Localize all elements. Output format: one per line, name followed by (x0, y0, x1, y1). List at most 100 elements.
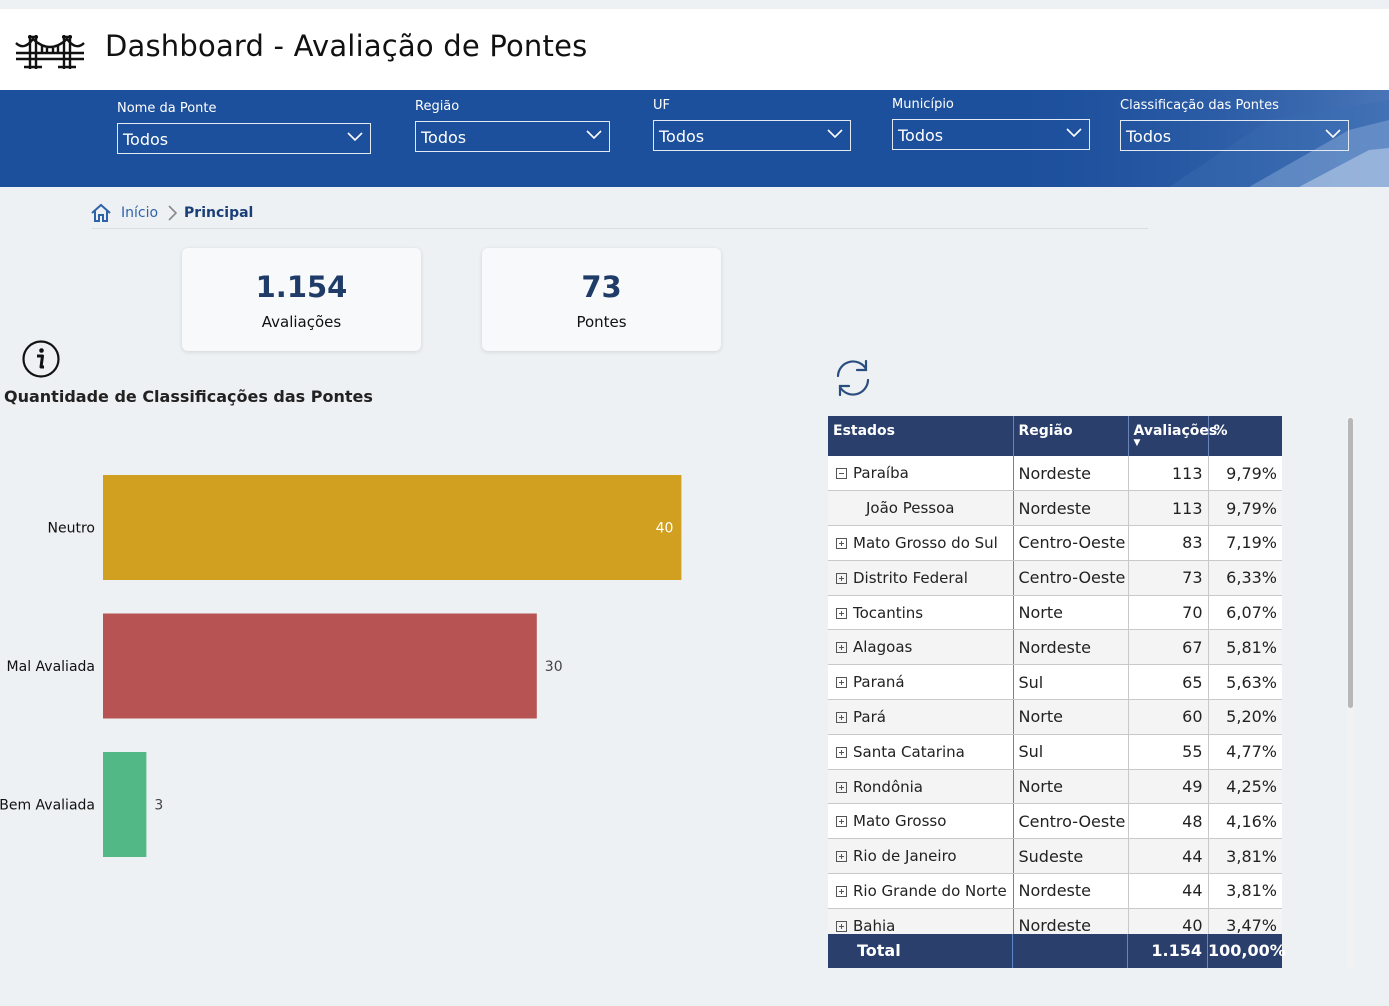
expand-plus-icon[interactable] (836, 537, 847, 549)
cell-avaliacoes: 83 (1128, 525, 1209, 561)
cell-avaliacoes: 113 (1128, 456, 1209, 492)
bar-bem-avaliada[interactable] (103, 752, 147, 857)
column-header-percent[interactable]: % (1208, 416, 1282, 456)
cell-regiao: Norte (1013, 595, 1129, 631)
dropdown-value: Todos (421, 128, 467, 147)
expand-plus-icon[interactable] (836, 642, 847, 654)
filter-label: Região (415, 99, 460, 114)
cell-avaliacoes: 113 (1128, 490, 1209, 527)
expand-plus-icon[interactable] (836, 746, 847, 758)
total-avaliacoes: 1.154 (1128, 934, 1208, 968)
table-row[interactable]: Pará Norte 60 5,20% (828, 699, 1282, 735)
cell-regiao: Sul (1013, 664, 1129, 701)
header: Dashboard - Avaliação de Pontes (0, 9, 1389, 90)
estado-name: João Pessoa (866, 499, 955, 518)
table-row[interactable]: Rio de Janeiro Sudeste 44 3,81% (828, 838, 1282, 875)
dropdown-value: Todos (123, 130, 169, 149)
table-row[interactable]: Tocantins Norte 70 6,07% (828, 595, 1282, 631)
expand-plus-icon[interactable] (836, 607, 847, 619)
home-icon[interactable] (90, 202, 112, 224)
table-row[interactable]: Alagoas Nordeste 67 5,81% (828, 629, 1282, 666)
collapse-minus-icon[interactable] (836, 468, 847, 480)
table-row[interactable]: Paraná Sul 65 5,63% (828, 664, 1282, 701)
table-row[interactable]: Distrito Federal Centro-Oeste 73 6,33% (828, 560, 1282, 596)
cell-percent: 9,79% (1208, 456, 1282, 492)
table-row[interactable]: João Pessoa Nordeste 113 9,79% (828, 490, 1282, 527)
expand-plus-icon[interactable] (836, 781, 847, 793)
cell-estado: Alagoas (828, 629, 1014, 666)
chevron-right-icon (168, 205, 178, 221)
cell-regiao: Sul (1013, 734, 1129, 770)
column-header-estados[interactable]: Estados (828, 416, 1014, 456)
cell-percent: 7,19% (1208, 525, 1282, 561)
table-row[interactable]: Mato Grosso Centro-Oeste 48 4,16% (828, 803, 1282, 840)
bar-mal-avaliada[interactable] (103, 613, 537, 719)
cell-percent: 5,81% (1208, 629, 1282, 666)
cell-regiao: Centro-Oeste (1013, 525, 1129, 561)
chevron-down-icon (1325, 129, 1341, 139)
municipio-dropdown[interactable]: Todos (892, 119, 1090, 150)
column-header-avaliacoes[interactable]: Avaliações ▼ (1128, 416, 1217, 456)
expand-plus-icon[interactable] (836, 851, 847, 863)
expand-plus-icon[interactable] (836, 816, 847, 828)
cell-percent: 5,20% (1208, 699, 1282, 735)
breadcrumb-current: Principal (184, 205, 254, 221)
cell-estado: Pará (828, 699, 1014, 735)
cell-percent: 4,16% (1208, 803, 1282, 840)
nome-da-ponte-dropdown[interactable]: Todos (117, 123, 371, 154)
cell-regiao: Centro-Oeste (1013, 560, 1129, 596)
table-scrollbar-thumb[interactable] (1348, 418, 1353, 708)
chevron-down-icon (1066, 128, 1082, 138)
cell-avaliacoes: 73 (1128, 560, 1209, 596)
cell-percent: 6,07% (1208, 595, 1282, 631)
table-row[interactable]: Paraíba Nordeste 113 9,79% (828, 456, 1282, 492)
expand-plus-icon[interactable] (836, 572, 847, 584)
expand-plus-icon[interactable] (836, 885, 847, 897)
cell-percent: 4,25% (1208, 769, 1282, 805)
cell-avaliacoes: 48 (1128, 803, 1209, 840)
classificacao-dropdown[interactable]: Todos (1120, 120, 1349, 151)
expand-plus-icon[interactable] (836, 677, 847, 689)
table-row[interactable]: Rondônia Norte 49 4,25% (828, 769, 1282, 805)
kpi-label: Pontes (576, 313, 627, 331)
regiao-dropdown[interactable]: Todos (415, 121, 610, 152)
info-icon[interactable] (21, 339, 61, 379)
data-label: 3 (154, 798, 163, 814)
cell-regiao: Nordeste (1013, 873, 1129, 909)
table-row[interactable]: Mato Grosso do Sul Centro-Oeste 83 7,19% (828, 525, 1282, 561)
table-row[interactable]: Santa Catarina Sul 55 4,77% (828, 734, 1282, 770)
cell-estado: Santa Catarina (828, 734, 1014, 770)
estado-name: Alagoas (853, 638, 913, 657)
filter-regiao: Região Todos (415, 99, 610, 152)
cell-avaliacoes: 60 (1128, 699, 1209, 735)
refresh-icon[interactable] (830, 357, 876, 399)
bridge-logo-icon (15, 35, 85, 69)
cell-avaliacoes: 67 (1128, 629, 1209, 666)
estado-name: Rio de Janeiro (853, 847, 957, 866)
column-header-regiao[interactable]: Região (1013, 416, 1129, 456)
filter-classificacao: Classificação das Pontes Todos (1120, 98, 1349, 151)
estado-name: Rio Grande do Norte (853, 881, 1007, 900)
estado-name: Santa Catarina (853, 742, 965, 761)
expand-plus-icon[interactable] (836, 711, 847, 723)
cell-avaliacoes: 44 (1128, 873, 1209, 909)
cell-estado: Mato Grosso (828, 803, 1014, 840)
filter-nome-da-ponte: Nome da Ponte Todos (117, 101, 371, 154)
uf-dropdown[interactable]: Todos (653, 120, 851, 151)
cell-avaliacoes: 70 (1128, 595, 1209, 631)
cell-avaliacoes: 55 (1128, 734, 1209, 770)
chevron-down-icon (586, 130, 602, 140)
cell-regiao: Norte (1013, 699, 1129, 735)
cell-percent: 3,81% (1208, 838, 1282, 875)
breadcrumb-home-link[interactable]: Início (121, 205, 158, 221)
breadcrumb-divider (92, 228, 1148, 229)
cell-avaliacoes: 65 (1128, 664, 1209, 701)
dropdown-value: Todos (1126, 127, 1172, 146)
total-regiao-cell (1013, 934, 1128, 968)
table-row[interactable]: Rio Grande do Norte Nordeste 44 3,81% (828, 873, 1282, 909)
expand-plus-icon[interactable] (836, 920, 847, 932)
sort-desc-icon: ▼ (1133, 438, 1141, 448)
filter-label: Nome da Ponte (117, 101, 217, 116)
classification-bar-chart: Neutro 40 Mal Avaliada 30 Bem Avaliada 3 (0, 475, 682, 857)
bar-neutro[interactable] (103, 475, 682, 580)
